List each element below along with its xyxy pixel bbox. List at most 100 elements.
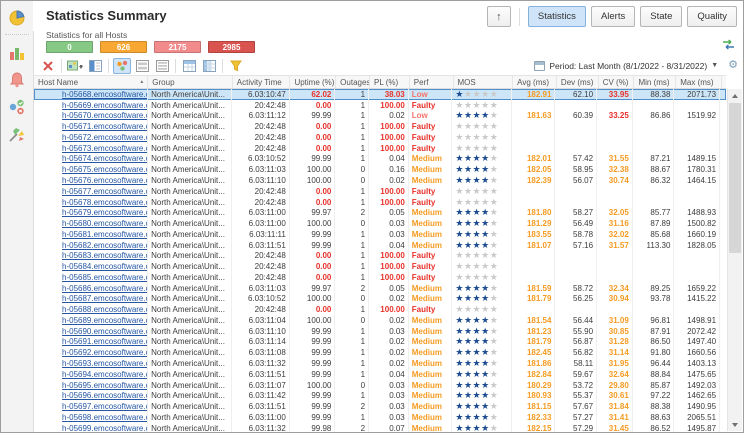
table-row[interactable]: h-05691.emcosoftware.comNorth America\Un…: [34, 337, 726, 348]
host-link[interactable]: h-05680.emcosoftware.com: [62, 219, 148, 228]
table-row[interactable]: h-05669.emcosoftware.comNorth America\Un…: [34, 100, 726, 111]
grid-header-icon[interactable]: [180, 58, 198, 74]
host-link[interactable]: h-05693.emcosoftware.com: [62, 359, 148, 368]
host-link[interactable]: h-05676.emcosoftware.com: [62, 176, 148, 185]
column-header-uptime[interactable]: Uptime (%): [290, 76, 336, 88]
gear-icon[interactable]: ⚙: [728, 60, 738, 71]
column-header-min-ms[interactable]: Min (ms): [634, 76, 676, 88]
export-image-icon[interactable]: [66, 58, 84, 74]
table-row[interactable]: h-05673.emcosoftware.comNorth America\Un…: [34, 143, 726, 154]
table-row[interactable]: h-05674.emcosoftware.comNorth America\Un…: [34, 154, 726, 165]
table-row[interactable]: h-05697.emcosoftware.comNorth America\Un…: [34, 401, 726, 412]
alerts-bell-icon[interactable]: [7, 70, 27, 90]
table-row[interactable]: h-05677.emcosoftware.comNorth America\Un…: [34, 186, 726, 197]
table-row[interactable]: h-05672.emcosoftware.comNorth America\Un…: [34, 132, 726, 143]
table-row[interactable]: h-05671.emcosoftware.comNorth America\Un…: [34, 121, 726, 132]
host-link[interactable]: h-05685.emcosoftware.com: [62, 273, 148, 282]
host-link[interactable]: h-05688.emcosoftware.com: [62, 305, 148, 314]
quality-icon[interactable]: [7, 124, 27, 144]
layout-icon[interactable]: [86, 58, 104, 74]
table-row[interactable]: h-05670.emcosoftware.comNorth America\Un…: [34, 111, 726, 122]
host-link[interactable]: h-05668.emcosoftware.com: [62, 90, 148, 99]
tab-quality[interactable]: Quality: [687, 6, 737, 27]
column-header-pl[interactable]: PL (%): [370, 76, 410, 88]
badge-good[interactable]: 0: [46, 41, 93, 53]
table-row[interactable]: h-05680.emcosoftware.comNorth America\Un…: [34, 218, 726, 229]
column-header-host-name[interactable]: Host Name▲: [34, 76, 148, 88]
tab-statistics[interactable]: Statistics: [528, 6, 586, 27]
host-link[interactable]: h-05675.emcosoftware.com: [62, 165, 148, 174]
rows-detailed-icon[interactable]: [153, 58, 171, 74]
host-link[interactable]: h-05697.emcosoftware.com: [62, 402, 148, 411]
bar-chart-icon[interactable]: [7, 43, 27, 63]
host-link[interactable]: h-05689.emcosoftware.com: [62, 316, 148, 325]
table-row[interactable]: h-05693.emcosoftware.comNorth America\Un…: [34, 358, 726, 369]
host-link[interactable]: h-05686.emcosoftware.com: [62, 284, 148, 293]
host-link[interactable]: h-05674.emcosoftware.com: [62, 154, 148, 163]
period-selector[interactable]: Period: Last Month (8/1/2022 - 8/31/2022…: [534, 61, 718, 71]
host-states-icon[interactable]: [7, 97, 27, 117]
host-link[interactable]: h-05696.emcosoftware.com: [62, 391, 148, 400]
host-link[interactable]: h-05670.emcosoftware.com: [62, 111, 148, 120]
column-header-mos[interactable]: MOS: [454, 76, 514, 88]
host-link[interactable]: h-05669.emcosoftware.com: [62, 101, 148, 110]
column-header-max-ms[interactable]: Max (ms): [676, 76, 722, 88]
table-row[interactable]: h-05685.emcosoftware.comNorth America\Un…: [34, 272, 726, 283]
host-link[interactable]: h-05681.emcosoftware.com: [62, 230, 148, 239]
host-link[interactable]: h-05694.emcosoftware.com: [62, 370, 148, 379]
column-header-outages[interactable]: Outages: [336, 76, 370, 88]
column-header-avg-ms[interactable]: Avg (ms): [513, 76, 557, 88]
host-link[interactable]: h-05677.emcosoftware.com: [62, 187, 148, 196]
table-row[interactable]: h-05698.emcosoftware.comNorth America\Un…: [34, 412, 726, 423]
host-link[interactable]: h-05682.emcosoftware.com: [62, 241, 148, 250]
rows-compact-icon[interactable]: [133, 58, 151, 74]
table-row[interactable]: h-05683.emcosoftware.comNorth America\Un…: [34, 250, 726, 261]
column-header-activity-time[interactable]: Activity Time: [233, 76, 291, 88]
scroll-down-button[interactable]: [728, 418, 742, 431]
table-row[interactable]: h-05696.emcosoftware.comNorth America\Un…: [34, 390, 726, 401]
table-row[interactable]: h-05679.emcosoftware.comNorth America\Un…: [34, 207, 726, 218]
table-row[interactable]: h-05686.emcosoftware.comNorth America\Un…: [34, 283, 726, 294]
table-row[interactable]: h-05684.emcosoftware.comNorth America\Un…: [34, 261, 726, 272]
table-row[interactable]: h-05682.emcosoftware.comNorth America\Un…: [34, 240, 726, 251]
grid-columns-icon[interactable]: [200, 58, 218, 74]
tab-state[interactable]: State: [640, 6, 682, 27]
host-link[interactable]: h-05699.emcosoftware.com: [62, 424, 148, 432]
column-header-cv[interactable]: CV (%): [599, 76, 635, 88]
host-link[interactable]: h-05692.emcosoftware.com: [62, 348, 148, 357]
table-row[interactable]: h-05695.emcosoftware.comNorth America\Un…: [34, 380, 726, 391]
host-link[interactable]: h-05673.emcosoftware.com: [62, 144, 148, 153]
table-row[interactable]: h-05692.emcosoftware.comNorth America\Un…: [34, 347, 726, 358]
host-link[interactable]: h-05679.emcosoftware.com: [62, 208, 148, 217]
host-link[interactable]: h-05672.emcosoftware.com: [62, 133, 148, 142]
table-row[interactable]: h-05676.emcosoftware.comNorth America\Un…: [34, 175, 726, 186]
badge-critical[interactable]: 2985: [208, 41, 255, 53]
vertical-scrollbar[interactable]: [727, 89, 742, 431]
table-row[interactable]: h-05681.emcosoftware.comNorth America\Un…: [34, 229, 726, 240]
table-row[interactable]: h-05668.emcosoftware.comNorth America\Un…: [34, 89, 726, 100]
swap-columns-icon[interactable]: [722, 37, 735, 55]
column-header-perf[interactable]: Perf: [410, 76, 454, 88]
table-row[interactable]: h-05678.emcosoftware.comNorth America\Un…: [34, 197, 726, 208]
host-link[interactable]: h-05691.emcosoftware.com: [62, 337, 148, 346]
badge-warning[interactable]: 626: [100, 41, 147, 53]
filter-icon[interactable]: [227, 58, 245, 74]
host-link[interactable]: h-05690.emcosoftware.com: [62, 327, 148, 336]
table-row[interactable]: h-05688.emcosoftware.comNorth America\Un…: [34, 304, 726, 315]
table-row[interactable]: h-05699.emcosoftware.comNorth America\Un…: [34, 423, 726, 432]
table-row[interactable]: h-05690.emcosoftware.comNorth America\Un…: [34, 326, 726, 337]
table-row[interactable]: h-05687.emcosoftware.comNorth America\Un…: [34, 294, 726, 305]
column-header-group[interactable]: Group: [148, 76, 232, 88]
chart-dots-icon[interactable]: [113, 58, 131, 74]
collapse-up-button[interactable]: ↑: [487, 6, 511, 27]
host-link[interactable]: h-05671.emcosoftware.com: [62, 122, 148, 131]
host-link[interactable]: h-05687.emcosoftware.com: [62, 294, 148, 303]
host-link[interactable]: h-05695.emcosoftware.com: [62, 381, 148, 390]
host-link[interactable]: h-05678.emcosoftware.com: [62, 198, 148, 207]
host-link[interactable]: h-05684.emcosoftware.com: [62, 262, 148, 271]
table-row[interactable]: h-05689.emcosoftware.comNorth America\Un…: [34, 315, 726, 326]
table-row[interactable]: h-05675.emcosoftware.comNorth America\Un…: [34, 164, 726, 175]
pie-chart-icon[interactable]: [7, 8, 27, 28]
host-link[interactable]: h-05683.emcosoftware.com: [62, 251, 148, 260]
column-header-dev-ms[interactable]: Dev (ms): [557, 76, 599, 88]
